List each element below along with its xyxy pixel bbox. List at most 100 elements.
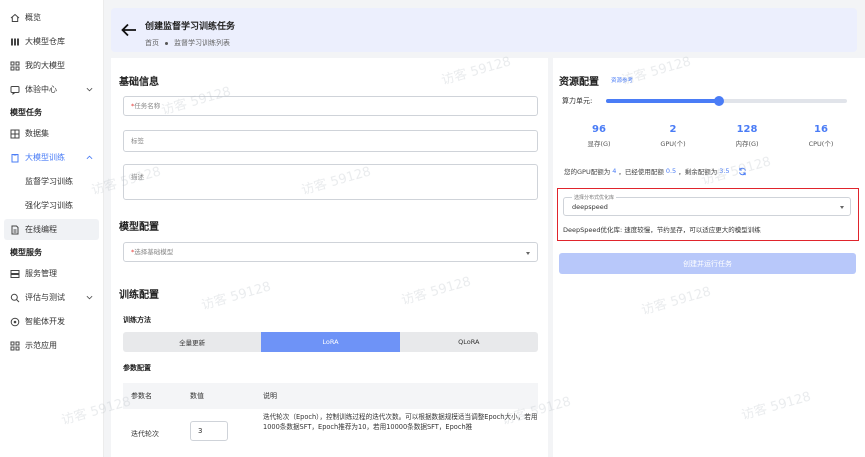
- grid-icon: [10, 37, 20, 47]
- epoch-input[interactable]: 3: [190, 421, 228, 441]
- section-title-resources: 资源配置: [559, 77, 599, 88]
- resource-stats: 96 显存(G) 2 GPU(个) 128 内存(G) 16 CPU(个): [562, 124, 858, 148]
- apps-icon: [10, 341, 20, 351]
- method-full-update[interactable]: 全量更新: [123, 332, 262, 352]
- training-method-selector: 全量更新 LoRA QLoRA: [123, 332, 538, 352]
- sidebar-item-experience[interactable]: 体验中心: [4, 79, 99, 100]
- chevron-down-icon: [86, 295, 93, 300]
- sidebar-item-supervised-training[interactable]: 监督学习训练: [4, 171, 99, 192]
- gpu-used-prefix: ，已经使用配额: [618, 168, 664, 176]
- stat-gpu: 2 GPU(个): [636, 124, 710, 148]
- compute-unit-slider[interactable]: [606, 96, 847, 106]
- chevron-up-icon: [86, 155, 93, 160]
- params-table: 参数名 数值 说明 迭代轮次 3 迭代轮次（Epoch），控制训练过程的迭代次数…: [123, 383, 538, 457]
- sidebar-item-label: 示范应用: [25, 341, 57, 350]
- sidebar-item-eval-testing[interactable]: 评估与测试: [4, 287, 99, 308]
- sidebar-item-label: 数据集: [25, 129, 49, 138]
- tags-placeholder: 标签: [131, 137, 144, 145]
- chat-icon: [10, 85, 20, 95]
- optimizer-description: DeepSpeed优化库: 速度较慢，节约显存，可以适应更大的模型训练: [563, 226, 761, 234]
- optimizer-legend: 选择分布式优化库: [572, 194, 617, 201]
- sidebar-item-label: 智能体开发: [25, 317, 65, 326]
- sidebar-item-dataset[interactable]: 数据集: [4, 123, 99, 144]
- refresh-icon[interactable]: [738, 167, 747, 176]
- section-title-model-config: 模型配置: [119, 222, 159, 233]
- task-name-input[interactable]: *任务名称: [123, 96, 538, 116]
- create-and-run-button[interactable]: 创建并运行任务: [559, 253, 856, 274]
- stat-value: 128: [736, 124, 758, 135]
- gpu-remaining-prefix: ，剩余配额为: [678, 168, 718, 176]
- breadcrumb-home[interactable]: 首页: [145, 38, 159, 48]
- optimizer-highlight-box: 选择分布式优化库 deepspeed DeepSpeed优化库: 速度较慢，节约…: [557, 188, 859, 241]
- base-model-select[interactable]: *选择基础模型: [123, 242, 538, 262]
- sidebar-item-service-management[interactable]: 服务管理: [4, 263, 99, 284]
- method-lora[interactable]: LoRA: [261, 332, 400, 352]
- optimizer-select[interactable]: 选择分布式优化库 deepspeed: [563, 194, 851, 216]
- gpu-quota-prefix: 您的GPU配额为: [564, 168, 611, 176]
- breadcrumb: 首页 监督学习训练列表: [145, 38, 230, 48]
- sidebar-item-agent-dev[interactable]: 智能体开发: [4, 311, 99, 332]
- tags-input[interactable]: 标签: [123, 130, 538, 152]
- stat-value: 16: [814, 124, 828, 135]
- description-textarea[interactable]: 描述: [123, 164, 538, 200]
- param-description: 迭代轮次（Epoch），控制训练过程的迭代次数。可以根据数据规模适当调整Epoc…: [263, 413, 538, 431]
- slider-thumb[interactable]: [714, 96, 725, 106]
- optimizer-value: deepspeed: [572, 203, 608, 211]
- sidebar-item-label: 我的大模型: [25, 61, 65, 70]
- robot-icon: [10, 317, 20, 327]
- sidebar-item-label: 概览: [25, 13, 41, 22]
- sidebar-item-sample-apps[interactable]: 示范应用: [4, 335, 99, 356]
- param-name: 迭代轮次: [131, 430, 159, 438]
- stat-memory: 128 内存(G): [710, 124, 784, 148]
- gpu-used-value: 0.5: [665, 167, 677, 175]
- table-row: 迭代轮次 3 迭代轮次（Epoch），控制训练过程的迭代次数。可以根据数据规模适…: [123, 409, 538, 457]
- column-header-name: 参数名: [131, 392, 152, 400]
- sidebar: 概览 大模型仓库 我的大模型 体验中心 模型任务 数据集 大模型训练 监督学习训…: [0, 0, 104, 457]
- training-method-label: 训练方法: [123, 316, 151, 324]
- compute-unit-label: 算力单元:: [562, 97, 593, 105]
- stat-label: 内存(G): [735, 140, 759, 148]
- stat-label: CPU(个): [808, 140, 834, 148]
- magnifier-icon: [10, 293, 20, 303]
- sidebar-item-overview[interactable]: 概览: [4, 7, 99, 28]
- stat-vram: 96 显存(G): [562, 124, 636, 148]
- breadcrumb-separator: [165, 41, 168, 45]
- gpu-quota-value: 4: [612, 167, 617, 175]
- sidebar-item-label: 服务管理: [25, 269, 57, 278]
- page-header: 创建监督学习训练任务 首页 监督学习训练列表: [111, 8, 857, 52]
- table-header: 参数名 数值 说明: [123, 383, 538, 409]
- nav-group-model-service: 模型服务: [10, 248, 42, 257]
- form-left-panel: 基础信息 *任务名称 标签 描述 模型配置 *选择基础模型 训练配置 训练方法 …: [111, 58, 548, 457]
- sidebar-item-reinforcement-training[interactable]: 强化学习训练: [4, 195, 99, 216]
- method-qlora[interactable]: QLoRA: [399, 332, 538, 352]
- sidebar-item-online-coding[interactable]: 在线编程: [4, 219, 99, 240]
- sidebar-item-label: 大模型仓库: [25, 37, 65, 46]
- back-arrow-icon[interactable]: [121, 23, 137, 37]
- task-name-placeholder: 任务名称: [134, 102, 161, 110]
- stat-value: 96: [592, 124, 606, 135]
- page-title: 创建监督学习训练任务: [145, 22, 236, 32]
- sidebar-item-label: 大模型训练: [25, 153, 65, 162]
- sidebar-item-label: 评估与测试: [25, 293, 65, 302]
- section-title-training-config: 训练配置: [119, 290, 159, 301]
- sidebar-item-model-repo[interactable]: 大模型仓库: [4, 31, 99, 52]
- breadcrumb-current[interactable]: 监督学习训练列表: [174, 38, 230, 48]
- sidebar-item-llm-training[interactable]: 大模型训练: [4, 147, 99, 168]
- clipboard-icon: [10, 153, 20, 163]
- base-model-placeholder: 选择基础模型: [134, 248, 174, 256]
- chevron-down-icon: [86, 87, 93, 92]
- sidebar-item-label: 体验中心: [25, 85, 57, 94]
- column-header-value: 数值: [190, 392, 204, 400]
- params-label: 参数配置: [123, 364, 151, 372]
- column-header-desc: 说明: [263, 392, 277, 400]
- stat-label: 显存(G): [587, 140, 611, 148]
- stat-value: 2: [669, 124, 677, 135]
- resource-reference-link[interactable]: 资源参考: [611, 76, 633, 84]
- section-title-basic-info: 基础信息: [119, 77, 159, 88]
- nav-group-model-task: 模型任务: [10, 108, 42, 117]
- app-root: 概览 大模型仓库 我的大模型 体验中心 模型任务 数据集 大模型训练 监督学习训…: [0, 0, 865, 457]
- slider-fill: [606, 99, 720, 103]
- sidebar-item-label: 在线编程: [25, 225, 57, 234]
- sidebar-item-my-models[interactable]: 我的大模型: [4, 55, 99, 76]
- dropdown-arrow-icon: [840, 206, 844, 209]
